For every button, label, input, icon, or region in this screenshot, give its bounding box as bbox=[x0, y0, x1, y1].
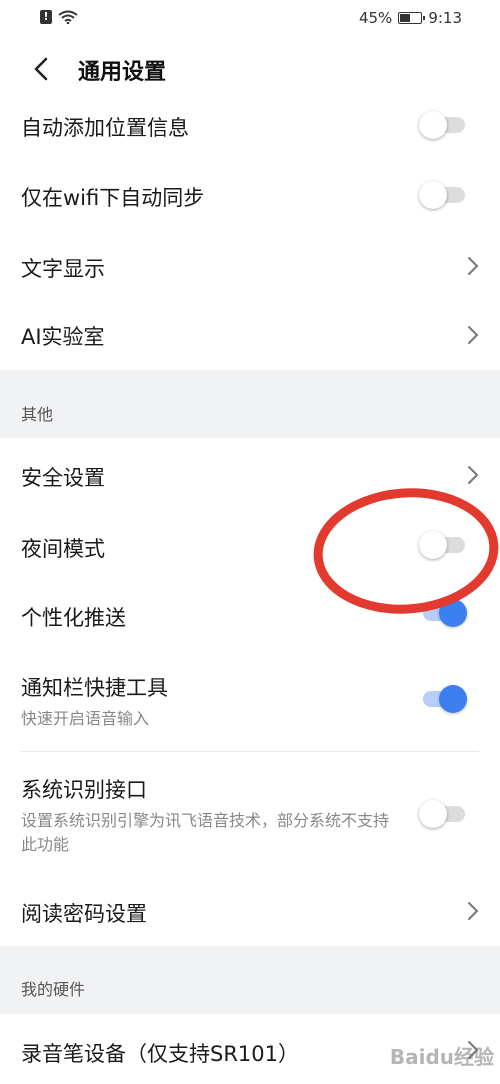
sim-alert-icon: ! bbox=[40, 10, 52, 24]
system-recognition-toggle[interactable] bbox=[419, 799, 465, 829]
page-title: 通用设置 bbox=[78, 60, 167, 85]
chevron-right-icon bbox=[468, 466, 479, 484]
section-header-other: 其他 bbox=[0, 370, 500, 438]
setting-description: 设置系统识别引擎为讯飞语音技术，部分系统不支持此功能 bbox=[21, 811, 390, 854]
status-right: 45% 9:13 bbox=[359, 9, 462, 27]
app-header: 通用设置 bbox=[0, 40, 500, 99]
setting-label: 个性化推送 bbox=[21, 606, 126, 630]
battery-icon bbox=[398, 12, 426, 24]
setting-label: 通知栏快捷工具 bbox=[21, 676, 168, 700]
setting-night-mode[interactable]: 夜间模式 bbox=[0, 510, 500, 582]
setting-label: 文字显示 bbox=[21, 257, 105, 281]
setting-label: 自动添加位置信息 bbox=[21, 116, 189, 140]
status-bar: ! 45% 9:13 bbox=[0, 0, 500, 38]
setting-label: 阅读密码设置 bbox=[21, 902, 147, 926]
chevron-left-icon bbox=[34, 57, 48, 81]
back-button[interactable] bbox=[28, 54, 58, 84]
setting-label: 系统识别接口 bbox=[21, 778, 147, 802]
section-title: 我的硬件 bbox=[21, 980, 86, 999]
personalized-push-toggle[interactable] bbox=[419, 598, 467, 628]
setting-reading-password[interactable]: 阅读密码设置 bbox=[0, 876, 500, 946]
setting-label: 夜间模式 bbox=[21, 537, 105, 561]
setting-text-display[interactable]: 文字显示 bbox=[0, 232, 500, 300]
setting-label: 仅在wifi下自动同步 bbox=[21, 186, 205, 210]
battery-percent: 45% bbox=[358, 9, 393, 27]
setting-auto-location[interactable]: 自动添加位置信息 bbox=[0, 98, 500, 156]
wifi-icon bbox=[58, 10, 78, 24]
chevron-right-icon bbox=[468, 326, 479, 344]
setting-description: 快速开启语音输入 bbox=[21, 709, 150, 728]
setting-personalized-push[interactable]: 个性化推送 bbox=[0, 582, 500, 650]
section-title: 其他 bbox=[21, 405, 54, 424]
setting-ai-lab[interactable]: AI实验室 bbox=[0, 302, 500, 370]
setting-label: 录音笔设备（仅支持SR101） bbox=[21, 1042, 300, 1066]
clock: 9:13 bbox=[428, 9, 462, 27]
baidu-watermark: Baidu经验 bbox=[389, 1045, 494, 1069]
divider bbox=[21, 751, 479, 752]
section-header-my-hardware: 我的硬件 bbox=[0, 946, 500, 1014]
setting-notification-tools[interactable]: 通知栏快捷工具 快速开启语音输入 bbox=[0, 655, 500, 750]
chevron-right-icon bbox=[468, 902, 479, 920]
night-mode-toggle[interactable] bbox=[419, 530, 465, 560]
setting-label: AI实验室 bbox=[21, 325, 105, 349]
wifi-sync-toggle[interactable] bbox=[419, 180, 465, 210]
setting-label: 安全设置 bbox=[21, 466, 105, 490]
notification-tools-toggle[interactable] bbox=[419, 684, 467, 714]
setting-wifi-sync[interactable]: 仅在wifi下自动同步 bbox=[0, 160, 500, 230]
setting-system-recognition[interactable]: 系统识别接口 设置系统识别引擎为讯飞语音技术，部分系统不支持此功能 bbox=[0, 754, 500, 874]
auto-location-toggle[interactable] bbox=[419, 110, 465, 140]
setting-security[interactable]: 安全设置 bbox=[0, 438, 500, 510]
status-left: ! bbox=[40, 10, 78, 24]
chevron-right-icon bbox=[468, 257, 479, 275]
